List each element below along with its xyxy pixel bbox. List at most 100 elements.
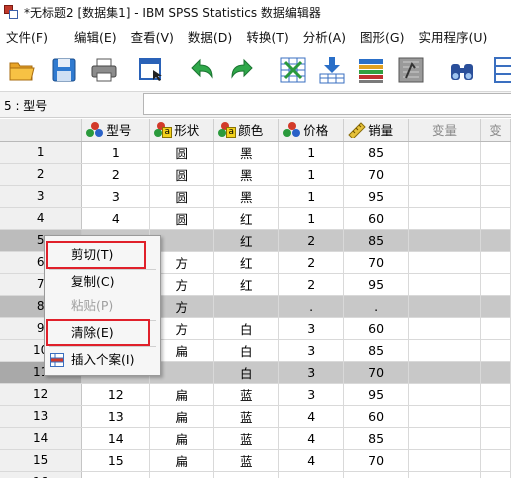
data-cell[interactable] <box>408 405 481 428</box>
table-row[interactable]: 4 4 圆红 1 60 <box>0 207 511 230</box>
data-cell[interactable] <box>408 449 481 472</box>
run-descriptives-icon[interactable] <box>397 56 425 84</box>
data-cell[interactable] <box>480 295 511 318</box>
redo-icon[interactable] <box>228 56 256 84</box>
data-cell[interactable]: 圆 <box>149 185 215 208</box>
data-cell[interactable] <box>408 251 481 274</box>
row-number[interactable]: 3 <box>0 185 83 208</box>
row-number[interactable]: 16 <box>0 471 83 478</box>
data-cell[interactable]: 红 <box>213 273 280 296</box>
data-cell[interactable] <box>408 317 481 340</box>
data-cell[interactable] <box>408 273 481 296</box>
data-cell[interactable]: 60 <box>343 207 410 230</box>
undo-icon[interactable] <box>188 56 216 84</box>
data-cell[interactable]: 3 <box>81 185 151 208</box>
menu-view[interactable]: 查看(V) <box>125 27 182 46</box>
data-cell[interactable] <box>408 361 481 384</box>
data-cell[interactable]: 1 <box>81 141 151 164</box>
data-cell[interactable]: 圆 <box>149 207 215 230</box>
row-number[interactable]: 2 <box>0 163 83 186</box>
data-cell[interactable]: 3 <box>278 383 345 406</box>
data-cell[interactable]: . <box>343 295 410 318</box>
data-cell[interactable] <box>213 295 280 318</box>
data-cell[interactable] <box>408 383 481 406</box>
menu-analyze[interactable]: 分析(A) <box>297 27 354 46</box>
data-cell[interactable]: 70 <box>343 163 410 186</box>
data-cell[interactable] <box>81 471 151 478</box>
data-cell[interactable]: 蓝 <box>213 405 280 428</box>
column-header-sales[interactable]: 销量 <box>343 119 410 142</box>
data-cell[interactable]: 白 <box>213 317 280 340</box>
table-row[interactable]: 1 1 圆黑 1 85 <box>0 141 511 164</box>
menu-file[interactable]: 文件(F) <box>0 27 56 46</box>
data-cell[interactable]: 2 <box>81 163 151 186</box>
data-cell[interactable]: 85 <box>343 141 410 164</box>
data-cell[interactable] <box>278 471 345 478</box>
row-number[interactable]: 14 <box>0 427 83 450</box>
data-cell[interactable] <box>408 229 481 252</box>
data-cell[interactable]: 1 <box>278 207 345 230</box>
row-number[interactable]: 13 <box>0 405 83 428</box>
data-cell[interactable]: 85 <box>343 427 410 450</box>
row-number[interactable]: 4 <box>0 207 83 230</box>
data-cell[interactable]: 扁 <box>149 383 215 406</box>
table-row[interactable]: 15 15 扁蓝 4 70 <box>0 449 511 472</box>
data-cell[interactable] <box>149 471 215 478</box>
data-cell[interactable]: 95 <box>343 273 410 296</box>
menu-utilities[interactable]: 实用程序(U) <box>412 27 495 46</box>
data-cell[interactable]: 扁 <box>149 427 215 450</box>
data-cell[interactable]: 蓝 <box>213 383 280 406</box>
data-cell[interactable]: 1 <box>278 185 345 208</box>
data-cell[interactable] <box>480 185 511 208</box>
data-cell[interactable]: 60 <box>343 405 410 428</box>
print-icon[interactable] <box>90 56 118 84</box>
data-cell[interactable]: 蓝 <box>213 449 280 472</box>
data-cell[interactable]: 95 <box>343 185 410 208</box>
data-cell[interactable]: 白 <box>213 339 280 362</box>
data-cell[interactable] <box>480 361 511 384</box>
data-cell[interactable]: 蓝 <box>213 427 280 450</box>
data-cell[interactable] <box>408 339 481 362</box>
context-menu-insert-case[interactable]: 插入个案(I) <box>45 349 160 371</box>
data-cell[interactable] <box>480 251 511 274</box>
data-cell[interactable]: 70 <box>343 251 410 274</box>
data-cell[interactable]: 85 <box>343 339 410 362</box>
cell-value-input[interactable] <box>143 93 511 115</box>
data-cell[interactable] <box>480 471 511 478</box>
data-cell[interactable] <box>408 163 481 186</box>
data-cell[interactable] <box>408 207 481 230</box>
data-cell[interactable] <box>480 317 511 340</box>
row-number[interactable]: 12 <box>0 383 83 406</box>
column-header-var[interactable]: 变量 <box>408 119 481 142</box>
data-cell[interactable]: 4 <box>278 449 345 472</box>
data-cell[interactable] <box>343 471 410 478</box>
data-cell[interactable] <box>480 339 511 362</box>
menu-edit[interactable]: 编辑(E) <box>68 27 125 46</box>
table-row[interactable]: 13 13 扁蓝 4 60 <box>0 405 511 428</box>
data-cell[interactable]: 3 <box>278 317 345 340</box>
data-cell[interactable] <box>408 141 481 164</box>
row-number[interactable]: 1 <box>0 141 83 164</box>
data-cell[interactable]: 15 <box>81 449 151 472</box>
data-cell[interactable] <box>408 185 481 208</box>
data-cell[interactable]: 圆 <box>149 163 215 186</box>
data-cell[interactable]: 70 <box>343 449 410 472</box>
data-cell[interactable]: 黑 <box>213 163 280 186</box>
data-cell[interactable]: 4 <box>81 207 151 230</box>
goto-case-icon[interactable] <box>279 56 307 84</box>
data-cell[interactable] <box>480 427 511 450</box>
data-cell[interactable] <box>408 427 481 450</box>
data-cell[interactable] <box>480 405 511 428</box>
data-cell[interactable]: 红 <box>213 251 280 274</box>
save-icon[interactable] <box>50 56 78 84</box>
data-cell[interactable]: 2 <box>278 273 345 296</box>
menu-transform[interactable]: 转换(T) <box>240 27 296 46</box>
table-row[interactable]: 16 <box>0 471 511 478</box>
data-cell[interactable] <box>480 383 511 406</box>
data-cell[interactable]: 红 <box>213 207 280 230</box>
data-cell[interactable]: 红 <box>213 229 280 252</box>
data-cell[interactable]: 60 <box>343 317 410 340</box>
data-cell[interactable]: 4 <box>278 405 345 428</box>
open-folder-icon[interactable] <box>8 56 36 84</box>
data-cell[interactable]: 3 <box>278 361 345 384</box>
